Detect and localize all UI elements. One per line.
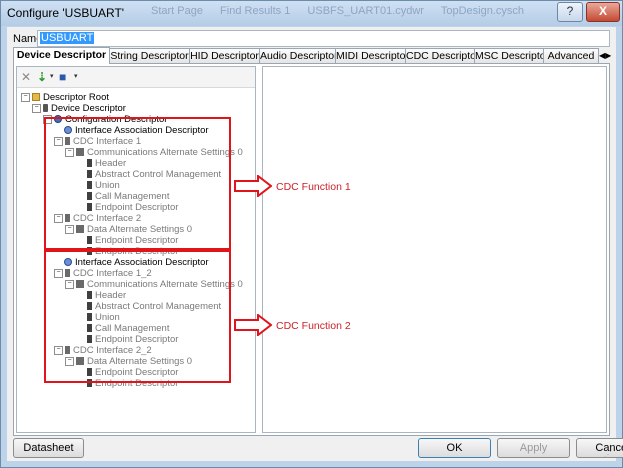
datasheet-button[interactable]: Datasheet — [13, 438, 84, 458]
tab-scroll-arrows[interactable]: ◀▶ — [599, 49, 611, 62]
close-button[interactable]: X — [586, 2, 620, 22]
background-title: Start Page — [151, 5, 203, 17]
tab-hid-descriptor[interactable]: HID Descriptor — [189, 48, 260, 63]
add-icon[interactable]: ⇣ — [37, 70, 47, 84]
tree-node-label: Descriptor Root — [43, 92, 109, 103]
cdc-function-2-label: CDC Function 2 — [276, 320, 351, 332]
tab-midi-descriptor[interactable]: MIDI Descriptor — [335, 48, 409, 63]
folder-icon — [32, 93, 40, 102]
resize-grip-icon[interactable]: ⋰ — [604, 450, 614, 460]
tab-msc-descriptor[interactable]: MSC Descriptor — [474, 48, 549, 63]
save-dropdown-icon[interactable]: ▾ — [74, 70, 78, 84]
window-title: Configure 'USBUART' — [7, 6, 125, 20]
arrow-icon — [234, 175, 272, 197]
save-icon[interactable]: ■ — [59, 70, 66, 84]
cdc-function-2-highlight — [44, 250, 231, 383]
tree-node-label: Device Descriptor — [51, 103, 126, 114]
tab-string-descriptor[interactable]: String Descriptor — [109, 48, 190, 63]
add-dropdown-icon[interactable]: ▾ — [50, 70, 54, 84]
property-pane — [262, 66, 607, 433]
help-button[interactable]: ? — [557, 2, 583, 22]
tab-strip: Device Descriptor String Descriptor HID … — [13, 47, 611, 64]
delete-icon[interactable]: ✕ — [21, 70, 31, 84]
tab-device-descriptor[interactable]: Device Descriptor — [13, 47, 110, 64]
cdc-function-1-label: CDC Function 1 — [276, 181, 351, 193]
apply-button[interactable]: Apply — [497, 438, 570, 458]
background-title: USBFS_UART01.cydwr — [307, 5, 424, 17]
background-title: TopDesign.cysch — [440, 5, 524, 17]
cancel-button[interactable]: Cancel — [576, 438, 623, 458]
name-value[interactable]: USBUART — [40, 32, 95, 44]
cdc-function-1-highlight — [44, 117, 231, 250]
tab-audio-descriptor[interactable]: Audio Descriptor — [259, 48, 338, 63]
background-title: Find Results 1 — [220, 5, 291, 17]
tree-toolbar: ✕ ⇣ ▾ ■ ▾ — [17, 67, 255, 88]
tab-cdc-descriptor[interactable]: CDC Descriptor — [405, 48, 480, 63]
title-bar[interactable]: Configure 'USBUART' Start Page Find Resu… — [1, 1, 622, 26]
device-icon — [43, 104, 48, 113]
ok-button[interactable]: OK — [418, 438, 491, 458]
name-input[interactable]: USBUART — [37, 30, 610, 47]
tree-node-descriptor-root[interactable]: − Descriptor Root — [21, 92, 109, 103]
background-window-titles: Start Page Find Results 1 USBFS_UART01.c… — [151, 5, 538, 17]
tab-advanced[interactable]: Advanced — [543, 48, 599, 63]
tree-node-device-descriptor[interactable]: − Device Descriptor — [32, 103, 126, 114]
collapse-icon[interactable]: − — [21, 92, 30, 102]
collapse-icon[interactable]: − — [32, 103, 41, 113]
arrow-icon — [234, 314, 272, 336]
